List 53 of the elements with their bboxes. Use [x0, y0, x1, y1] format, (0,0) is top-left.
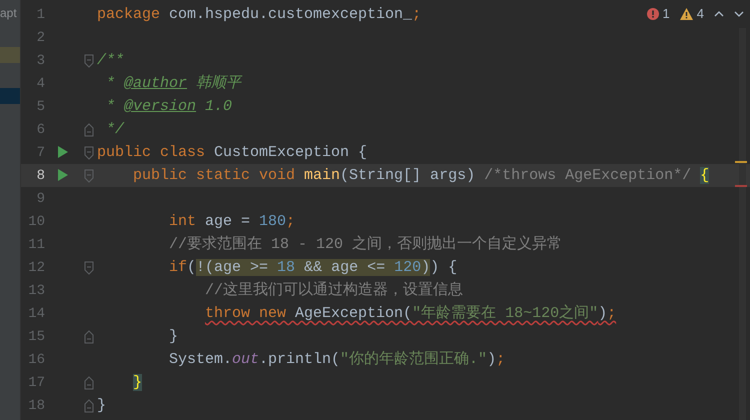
line-number: 13 [27, 282, 45, 298]
fold-marker-icon[interactable] [84, 122, 94, 136]
line-number: 8 [36, 168, 45, 184]
code-line: System.out.println("你的年龄范围正确."); [168, 350, 506, 370]
error-icon[interactable] [646, 8, 659, 20]
warning-count: 4 [696, 6, 704, 21]
line-number: 18 [27, 398, 45, 414]
line-number: 15 [27, 328, 45, 344]
line-number: 7 [36, 144, 45, 160]
error-marker[interactable] [735, 185, 747, 187]
fold-marker-icon[interactable] [84, 260, 94, 274]
code-line: * @author 韩顺平 [105, 74, 242, 94]
fold-marker-icon[interactable] [84, 398, 94, 412]
scrollbar[interactable] [739, 28, 746, 420]
code-line: } [168, 327, 178, 347]
line-number: 10 [27, 214, 45, 230]
fold-marker-icon[interactable] [84, 168, 94, 182]
code-line: } [96, 396, 106, 416]
warning-icon[interactable] [680, 8, 693, 20]
code-line: //要求范围在 18 - 120 之间，否则抛出一个自定义异常 [168, 234, 562, 255]
line-number: 9 [36, 190, 45, 206]
line-number: 12 [27, 260, 45, 276]
run-icon[interactable] [58, 146, 68, 158]
fold-marker-icon[interactable] [84, 376, 94, 390]
code-line: //这里我们可以通过构造器，设置信息 [204, 280, 464, 301]
line-number: 17 [27, 374, 45, 390]
warning-marker[interactable] [735, 161, 747, 163]
fold-marker-icon[interactable] [84, 146, 94, 160]
line-number: 5 [36, 98, 45, 114]
line-number: 11 [27, 236, 45, 252]
fold-marker-icon[interactable] [84, 54, 94, 68]
code-line: /** [96, 51, 124, 71]
code-line: public class CustomException { [96, 143, 368, 163]
chevron-down-icon[interactable] [734, 10, 744, 16]
line-number: 2 [36, 30, 45, 46]
code-line: throw new AgeException("年龄需要在 18~120之间"); [204, 303, 616, 324]
code-line: */ [105, 120, 124, 140]
fold-marker-icon[interactable] [84, 330, 94, 344]
run-icon[interactable] [58, 168, 68, 180]
code-line: * @version 1.0 [105, 97, 232, 117]
code-line: int age = 180; [168, 212, 296, 232]
line-number: 16 [27, 352, 45, 368]
chevron-up-icon[interactable] [714, 10, 724, 16]
error-count: 1 [662, 6, 670, 21]
line-number: 6 [36, 122, 45, 138]
line-number: 14 [27, 306, 45, 322]
code-line: package com.hspedu.customexception_; [96, 5, 422, 25]
line-number: 3 [36, 52, 45, 68]
line-number: 1 [36, 6, 45, 22]
line-number: 4 [36, 76, 45, 92]
code-line: if(!(age >= 18 && age <= 120)) { [168, 258, 458, 278]
panel-label: apt [0, 5, 18, 22]
code-line: public static void main(String[] args) /*throws AgeException*/ { [132, 166, 710, 186]
